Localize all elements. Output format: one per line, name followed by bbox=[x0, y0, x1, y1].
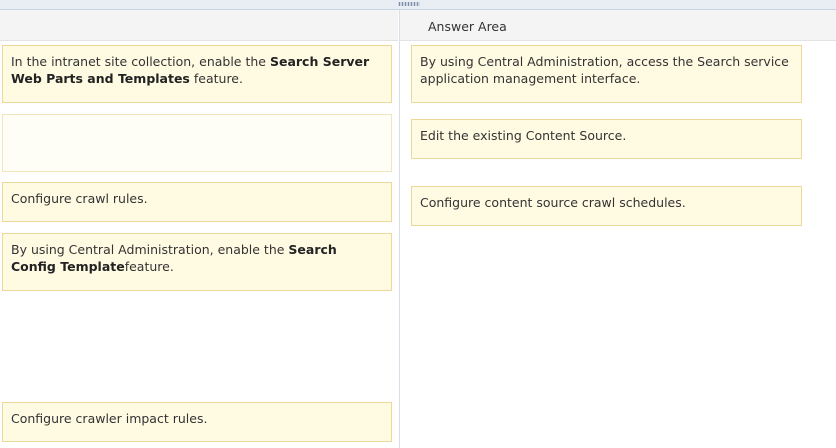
title-bar bbox=[0, 0, 836, 10]
item-text: Configure crawl rules. bbox=[11, 191, 148, 206]
column-divider[interactable] bbox=[399, 10, 400, 448]
item-text: In the intranet site collection, enable … bbox=[11, 54, 270, 69]
source-item-configure-crawler-impact-rules[interactable]: Configure crawler impact rules. bbox=[2, 402, 392, 442]
item-text-suffix: feature. bbox=[124, 259, 174, 274]
answer-item-edit-content-source[interactable]: Edit the existing Content Source. bbox=[411, 119, 802, 159]
item-text: By using Central Administration, access … bbox=[420, 54, 789, 86]
item-text: Configure content source crawl schedules… bbox=[420, 195, 686, 210]
source-item-configure-crawl-rules[interactable]: Configure crawl rules. bbox=[2, 182, 392, 222]
item-text: By using Central Administration, enable … bbox=[11, 242, 289, 257]
item-text: Edit the existing Content Source. bbox=[420, 128, 627, 143]
item-text-suffix: feature. bbox=[189, 71, 243, 86]
drag-grip-icon[interactable] bbox=[398, 2, 420, 6]
answer-area-header: Answer Area bbox=[400, 10, 836, 41]
answer-item-access-search-service-app[interactable]: By using Central Administration, access … bbox=[411, 45, 802, 103]
answer-area-title: Answer Area bbox=[428, 19, 507, 34]
source-item-enable-search-web-parts[interactable]: In the intranet site collection, enable … bbox=[2, 45, 392, 103]
source-item-empty-slot[interactable] bbox=[2, 114, 392, 172]
item-text: Configure crawler impact rules. bbox=[11, 411, 208, 426]
answer-item-configure-crawl-schedules[interactable]: Configure content source crawl schedules… bbox=[411, 186, 802, 226]
source-column-header bbox=[0, 10, 398, 41]
source-item-enable-search-config-template[interactable]: By using Central Administration, enable … bbox=[2, 233, 392, 291]
